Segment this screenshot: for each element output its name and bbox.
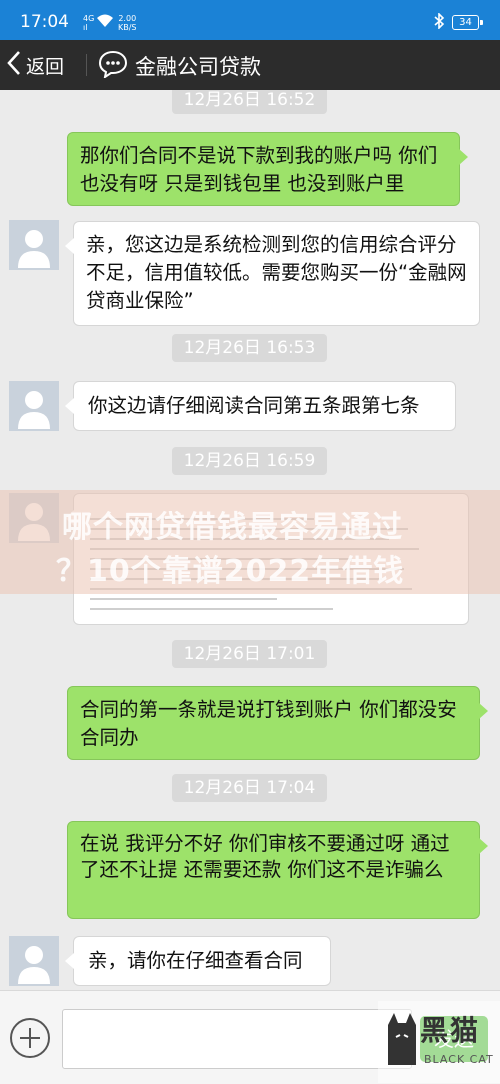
plus-icon[interactable] [10, 1018, 50, 1058]
outgoing-message[interactable]: 合同的第一条就是说打钱到账户 你们都没安合同办 [67, 686, 488, 760]
watermark-line: 哪个网贷借钱最容易通过 [62, 510, 403, 545]
chat-bubble-icon [98, 50, 128, 82]
battery-icon: 34 [452, 15, 483, 30]
avatar[interactable] [9, 381, 59, 431]
back-label: 返回 [26, 55, 65, 78]
incoming-message[interactable]: 亲，您这边是系统检测到您的信用综合评分不足，信用值较低。需要您购买一份“金融网贷… [65, 221, 480, 326]
status-time: 17:04 [20, 12, 69, 32]
network-indicator: 4G ıl [83, 14, 95, 32]
chevron-left-icon [6, 49, 22, 81]
bluetooth-icon [433, 12, 445, 33]
black-cat-logo: 黑猫 BLACK CAT [378, 1001, 500, 1083]
status-bar: 17:04 4G ıl 2.00 KB/S 34 [0, 0, 500, 40]
timestamp: 12月26日 16:53 [172, 334, 327, 362]
title-divider [86, 54, 87, 76]
avatar[interactable] [9, 936, 59, 986]
timestamp: 12月26日 17:04 [172, 774, 327, 802]
logo-text: 黑猫 [420, 1014, 481, 1047]
avatar[interactable] [9, 220, 59, 270]
incoming-message[interactable]: 亲，请你在仔细查看合同 [65, 936, 331, 986]
title-bar: 返回 金融公司贷款 [0, 40, 500, 90]
logo-english: BLACK CAT [424, 1053, 494, 1066]
network-speed: 2.00 KB/S [118, 14, 137, 32]
back-button[interactable]: 返回 [6, 49, 64, 81]
outgoing-message[interactable]: 那你们合同不是说下款到我的账户吗 你们也没有呀 只是到钱包里 也没到账户里 [67, 132, 468, 206]
watermark-line: ？10个靠谱2022年借钱 [56, 554, 405, 589]
timestamp: 12月26日 16:52 [172, 90, 327, 114]
cat-icon [388, 1013, 416, 1065]
incoming-message[interactable]: 你这边请仔细阅读合同第五条跟第七条 [65, 381, 456, 431]
wifi-icon [96, 13, 114, 32]
outgoing-message[interactable]: 在说 我评分不好 你们审核不要通过呀 通过了还不让提 还需要还款 你们这不是诈骗… [67, 821, 488, 919]
timestamp: 12月26日 16:59 [172, 447, 327, 475]
watermark-overlay: 哪个网贷借钱最容易通过 ？10个靠谱2022年借钱 [0, 490, 500, 594]
timestamp: 12月26日 17:01 [172, 640, 327, 668]
page-title: 金融公司贷款 [135, 55, 261, 79]
message-input[interactable] [62, 1009, 412, 1069]
